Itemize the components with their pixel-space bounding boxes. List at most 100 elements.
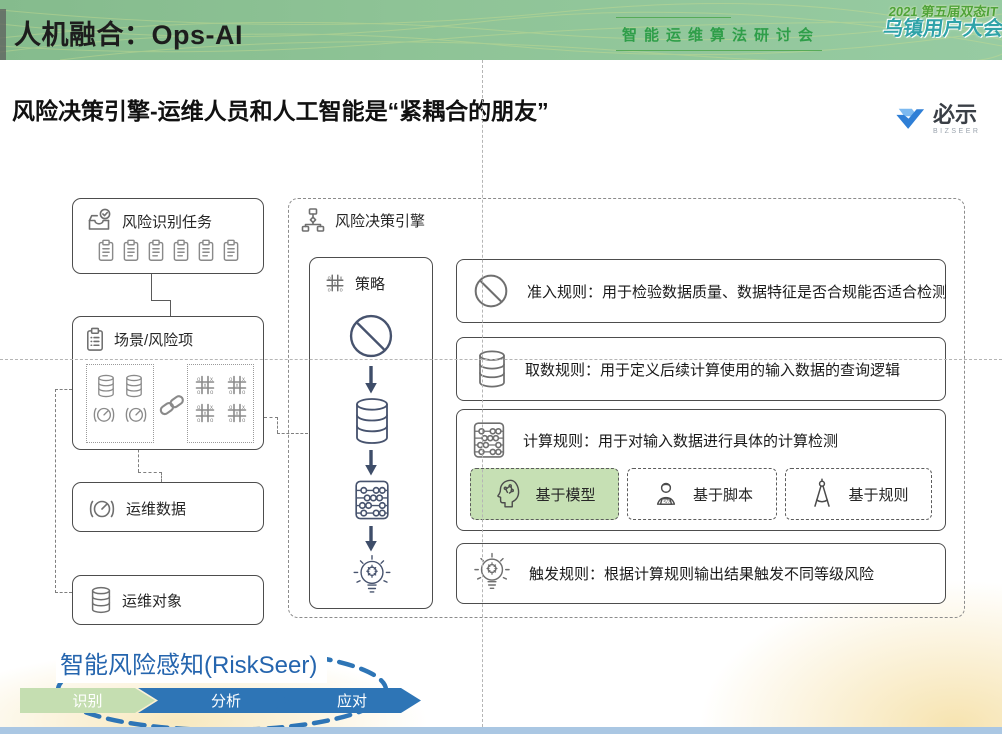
connector-scene-to-strategy bbox=[277, 417, 278, 433]
svg-text:o: o bbox=[340, 287, 343, 293]
ops-object-box: 运维对象 bbox=[72, 575, 264, 625]
event-logo: 2021 第五届双态IT 乌镇用户大会 bbox=[882, 5, 1002, 40]
svg-text:o: o bbox=[197, 390, 201, 396]
event-logo-line1: 2021 第五届双态IT bbox=[884, 5, 1002, 19]
svg-text:x: x bbox=[210, 377, 213, 383]
rule-box-admission: 准入规则：用于检验数据质量、数据特征是否合规能否适合检测 bbox=[456, 259, 946, 323]
database-icon bbox=[89, 586, 113, 614]
scene-data-group bbox=[86, 364, 154, 443]
abacus-icon bbox=[352, 478, 392, 522]
stage-respond-label: 应对 bbox=[337, 690, 367, 711]
tictactoe-grid-icon: oxxoo bbox=[193, 401, 217, 425]
database-icon bbox=[124, 374, 144, 398]
clipboard-icon bbox=[97, 239, 115, 262]
svg-text:x: x bbox=[340, 275, 343, 281]
svg-text:o: o bbox=[197, 418, 201, 424]
method-box-rule: 基于规则 bbox=[785, 468, 932, 520]
stage-identify: 识别 bbox=[20, 688, 155, 713]
rule-box-fetch: 取数规则：用于定义后续计算使用的输入数据的查询逻辑 bbox=[456, 337, 946, 401]
clipboard-icon bbox=[122, 239, 140, 262]
strategy-box: oxxoo 策略 bbox=[309, 257, 433, 609]
database-icon bbox=[96, 374, 116, 398]
rule-box-trigger: 触发规则：根据计算规则输出结果触发不同等级风险 bbox=[456, 543, 946, 604]
abacus-icon bbox=[471, 420, 507, 460]
ops-object-label: 运维对象 bbox=[122, 590, 182, 611]
svg-text:x: x bbox=[203, 383, 206, 389]
stage-identify-label: 识别 bbox=[72, 690, 102, 711]
risk-identify-task-box: 风险识别任务 bbox=[72, 198, 264, 274]
engine-title: 风险决策引擎 bbox=[335, 210, 425, 231]
lightbulb-gear-icon bbox=[349, 554, 395, 600]
stage-chevron-bar: 识别 分析 应对 bbox=[20, 688, 420, 713]
product-title: 智能风险感知(RiskSeer) bbox=[56, 645, 327, 683]
svg-text:x: x bbox=[235, 411, 238, 417]
method-script-label: 基于脚本 bbox=[693, 484, 753, 505]
connector-task-to-scene bbox=[151, 300, 171, 301]
svg-text:x: x bbox=[242, 405, 245, 411]
connector-scene-to-data bbox=[161, 472, 162, 482]
method-box-model: 基于模型 bbox=[470, 468, 619, 520]
stage-analyze-label: 分析 bbox=[211, 690, 241, 711]
conference-name: 智能运维算法研讨会 bbox=[622, 24, 820, 45]
flow-arrow-down-icon bbox=[364, 366, 378, 394]
clipboard-icon bbox=[147, 239, 165, 262]
prohibition-icon bbox=[471, 271, 511, 311]
tictactoe-grid-icon: oxxoo bbox=[225, 401, 249, 425]
chain-link-icon bbox=[157, 393, 187, 417]
hierarchy-tree-icon bbox=[300, 207, 326, 233]
connector-scene-to-object bbox=[55, 389, 72, 390]
ops-data-label: 运维数据 bbox=[126, 498, 186, 519]
flow-arrow-down-icon bbox=[364, 526, 378, 552]
scene-risk-item-box: 场景/风险项 oxxoo oxxoo oxxoo oxxoo bbox=[72, 316, 264, 450]
svg-text:o: o bbox=[328, 287, 331, 293]
event-logo-line2: 乌镇用户大会 bbox=[882, 19, 1001, 40]
ai-head-icon bbox=[493, 477, 523, 511]
svg-text:o: o bbox=[242, 390, 246, 396]
gauge-icon bbox=[87, 495, 117, 521]
svg-text:o: o bbox=[210, 390, 214, 396]
risk-decision-engine-panel: 风险决策引擎 oxxoo 策略 bbox=[288, 198, 965, 618]
method-rule-label: 基于规则 bbox=[848, 484, 908, 505]
database-icon bbox=[349, 396, 395, 446]
brand-name: 必示 bbox=[933, 104, 980, 126]
page-title: 风险决策引擎-运维人员和人工智能是“紧耦合的朋友” bbox=[12, 92, 549, 126]
connector-task-to-scene bbox=[151, 274, 152, 301]
rule-fetch-text: 取数规则：用于定义后续计算使用的输入数据的查询逻辑 bbox=[525, 359, 900, 380]
rule-admission-text: 准入规则：用于检验数据质量、数据特征是否合规能否适合检测 bbox=[527, 281, 947, 302]
connector-scene-to-object bbox=[55, 592, 72, 593]
svg-text:o: o bbox=[210, 418, 214, 424]
prohibition-icon bbox=[345, 310, 397, 362]
connector-scene-to-data bbox=[138, 472, 162, 473]
tictactoe-grid-icon: oxxoo bbox=[193, 373, 217, 397]
rule-compute-text: 计算规则：用于对输入数据进行具体的计算检测 bbox=[523, 430, 838, 451]
flow-arrow-down-icon bbox=[364, 450, 378, 476]
lightbulb-gear-icon bbox=[471, 552, 513, 596]
bizseer-check-icon bbox=[893, 105, 927, 135]
connector-scene-to-object bbox=[55, 389, 56, 593]
header-edge-shadow bbox=[0, 9, 6, 60]
svg-text:o: o bbox=[242, 418, 246, 424]
clipboard-icon bbox=[197, 239, 215, 262]
rule-box-compute: 计算规则：用于对输入数据进行具体的计算检测 基于模型 </> 基于脚本 基于规则 bbox=[456, 409, 946, 531]
task-clipboard-row bbox=[73, 239, 263, 262]
bottom-strip bbox=[0, 727, 1002, 734]
inbox-check-icon bbox=[85, 208, 113, 234]
gauge-icon bbox=[123, 403, 149, 425]
method-box-script: </> 基于脚本 bbox=[627, 468, 777, 520]
svg-text:o: o bbox=[229, 418, 233, 424]
tictactoe-grid-icon: oxxoo bbox=[324, 272, 346, 294]
scene-risk-item-label: 场景/风险项 bbox=[114, 329, 193, 350]
svg-text:x: x bbox=[210, 405, 213, 411]
svg-text:o: o bbox=[229, 390, 233, 396]
scene-strategy-group: oxxoo oxxoo oxxoo oxxoo bbox=[187, 364, 254, 443]
svg-text:x: x bbox=[203, 411, 206, 417]
slide-root: 人机融合：Ops-AI 智能运维算法研讨会 2021 第五届双态IT 乌镇用户大… bbox=[0, 0, 1002, 734]
header-title: 人机融合：Ops-AI bbox=[14, 13, 243, 52]
brand-subtitle: BIZSEER bbox=[933, 128, 980, 135]
clipboard-icon bbox=[222, 239, 240, 262]
developer-icon: </> bbox=[651, 479, 681, 509]
connector-task-to-scene bbox=[170, 300, 171, 316]
tictactoe-grid-icon: oxxoo bbox=[225, 373, 249, 397]
strategy-label: 策略 bbox=[355, 273, 385, 294]
compass-icon bbox=[808, 478, 836, 510]
